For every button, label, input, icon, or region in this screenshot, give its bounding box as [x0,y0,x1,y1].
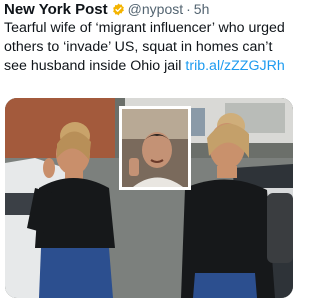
author-handle[interactable]: @nypost [128,1,183,17]
tweet-header: New York Post @nypost · 5h [4,0,209,18]
tweet-link[interactable]: trib.al/zZZGJRh [185,58,284,74]
tweet-media[interactable] [5,98,293,298]
author-name[interactable]: New York Post [4,1,108,18]
tweet-card[interactable]: New York Post @nypost · 5h Tearful wife … [0,0,295,300]
tweet-text: Tearful wife of ‘migrant influencer’ who… [4,19,292,76]
inset-selfie-photo [119,106,191,190]
verified-badge-icon [112,3,125,16]
tweet-timestamp[interactable]: 5h [194,1,210,17]
separator-dot: · [186,1,191,17]
